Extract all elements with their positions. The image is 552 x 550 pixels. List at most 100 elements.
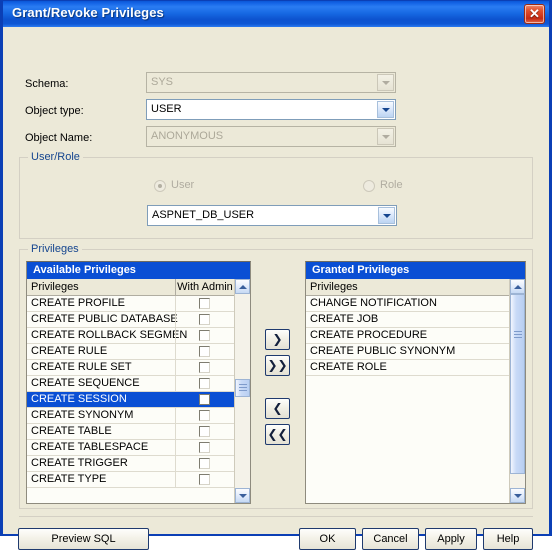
object-name-label: Object Name: [25,132,93,144]
user-role-value: ASPNET_DB_USER [152,209,255,221]
apply-button[interactable]: Apply [425,528,477,550]
table-row[interactable]: CREATE PUBLIC SYNONYM [306,344,509,360]
cell-divider [175,456,176,471]
privilege-name: CREATE JOB [310,313,379,325]
scroll-up-icon[interactable] [235,279,250,294]
cell-divider [175,472,176,487]
available-column-headers: Privileges With Admin [27,279,250,296]
available-privileges-list[interactable]: CREATE PROFILE CREATE PUBLIC DATABASE CREA… [27,296,234,503]
chevron-down-icon [377,74,394,91]
privilege-name: CHANGE NOTIFICATION [310,297,437,309]
with-admin-checkbox[interactable] [199,458,210,469]
user-role-group-title: User/Role [28,151,83,163]
with-admin-checkbox[interactable] [199,298,210,309]
radio-role-label: Role [380,179,403,191]
table-row[interactable]: CREATE SEQUENCE [27,376,234,392]
with-admin-checkbox[interactable] [199,378,210,389]
grant-all-button[interactable]: ❯❯ [265,355,290,376]
scrollbar-thumb[interactable] [235,379,250,397]
user-role-select[interactable]: ASPNET_DB_USER [147,205,397,226]
preview-sql-button[interactable]: Preview SQL [18,528,149,550]
table-row[interactable]: CREATE TRIGGER [27,456,234,472]
granted-privileges-scrollbar[interactable] [509,279,525,503]
scrollbar-thumb[interactable] [510,294,525,474]
with-admin-checkbox[interactable] [199,362,210,373]
privilege-name: CREATE PROFILE [31,297,125,309]
chevron-down-icon[interactable] [378,207,395,224]
privilege-name: CREATE PUBLIC DATABASE [31,313,178,325]
schema-label: Schema: [25,78,69,90]
grip-icon [514,331,522,339]
table-row[interactable]: CREATE SYNONYM [27,408,234,424]
radio-user-dot [154,180,166,192]
table-row[interactable]: CREATE ROLE [306,360,509,376]
with-admin-checkbox[interactable] [199,394,210,405]
privileges-group-title: Privileges [28,243,82,255]
with-admin-checkbox[interactable] [199,410,210,421]
scroll-up-icon[interactable] [510,279,525,294]
radio-role-dot [363,180,375,192]
granted-privileges-list[interactable]: CHANGE NOTIFICATION CREATE JOB CREATE PROC… [306,296,509,503]
scroll-down-icon[interactable] [510,488,525,503]
granted-privileges-panel: Granted Privileges Privileges CHANGE NOT… [305,261,526,504]
object-type-select[interactable]: USER [146,99,396,120]
privilege-name: CREATE TRIGGER [31,457,128,469]
chevron-down-icon [377,128,394,145]
column-header-privileges[interactable]: Privileges [27,279,175,295]
revoke-one-button[interactable]: ❮ [265,398,290,419]
table-row[interactable]: CREATE JOB [306,312,509,328]
table-row[interactable]: CHANGE NOTIFICATION [306,296,509,312]
cell-divider [175,344,176,359]
available-privileges-panel: Available Privileges Privileges With Adm… [26,261,251,504]
cell-divider [175,296,176,311]
with-admin-checkbox[interactable] [199,314,210,325]
table-row[interactable]: CREATE ROLLBACK SEGMEN [27,328,234,344]
available-privileges-scrollbar[interactable] [234,279,250,503]
scroll-down-icon[interactable] [235,488,250,503]
column-header-with-admin[interactable]: With Admin [175,279,234,295]
with-admin-checkbox[interactable] [199,442,210,453]
privilege-name: CREATE SEQUENCE [31,377,140,389]
table-row[interactable]: CREATE RULE SET [27,360,234,376]
column-header-privileges[interactable]: Privileges [306,279,509,295]
table-row[interactable]: CREATE RULE [27,344,234,360]
cell-divider [175,392,176,407]
with-admin-checkbox[interactable] [199,474,210,485]
cell-divider [175,440,176,455]
cell-divider [175,360,176,375]
revoke-all-button[interactable]: ❮❮ [265,424,290,445]
privilege-name: CREATE PUBLIC SYNONYM [310,345,456,357]
table-row[interactable]: CREATE PUBLIC DATABASE [27,312,234,328]
grant-one-button[interactable]: ❯ [265,329,290,350]
help-button[interactable]: Help [483,528,533,550]
chevron-down-icon[interactable] [377,101,394,118]
with-admin-checkbox[interactable] [199,330,210,341]
cell-divider [175,408,176,423]
table-row[interactable]: CREATE TABLE [27,424,234,440]
privilege-name: CREATE ROLLBACK SEGMEN [31,329,188,341]
privilege-name: CREATE RULE [31,345,108,357]
with-admin-checkbox[interactable] [199,426,210,437]
user-role-group: User/Role User Role ASPNET_DB_USER [19,151,533,239]
object-type-value: USER [151,103,182,115]
table-row[interactable]: CREATE PROFILE [27,296,234,312]
object-name-value: ANONYMOUS [151,130,224,142]
granted-column-headers: Privileges [306,279,525,296]
table-row[interactable]: CREATE SESSION [27,392,234,408]
footer-divider [19,516,533,517]
cancel-button[interactable]: Cancel [362,528,419,550]
dialog-body: Schema: SYS Object type: USER Object Nam… [3,27,549,550]
cell-divider [175,424,176,439]
window-title: Grant/Revoke Privileges [12,5,164,20]
close-icon[interactable]: ✕ [524,4,545,24]
table-row[interactable]: CREATE TYPE [27,472,234,488]
privilege-name: CREATE PROCEDURE [310,329,428,341]
ok-button[interactable]: OK [299,528,356,550]
object-type-label: Object type: [25,105,84,117]
with-admin-checkbox[interactable] [199,346,210,357]
privilege-name: CREATE RULE SET [31,361,132,373]
table-row[interactable]: CREATE PROCEDURE [306,328,509,344]
privilege-name: CREATE SESSION [31,393,127,405]
title-bar[interactable]: Grant/Revoke Privileges ✕ [3,1,549,27]
table-row[interactable]: CREATE TABLESPACE [27,440,234,456]
